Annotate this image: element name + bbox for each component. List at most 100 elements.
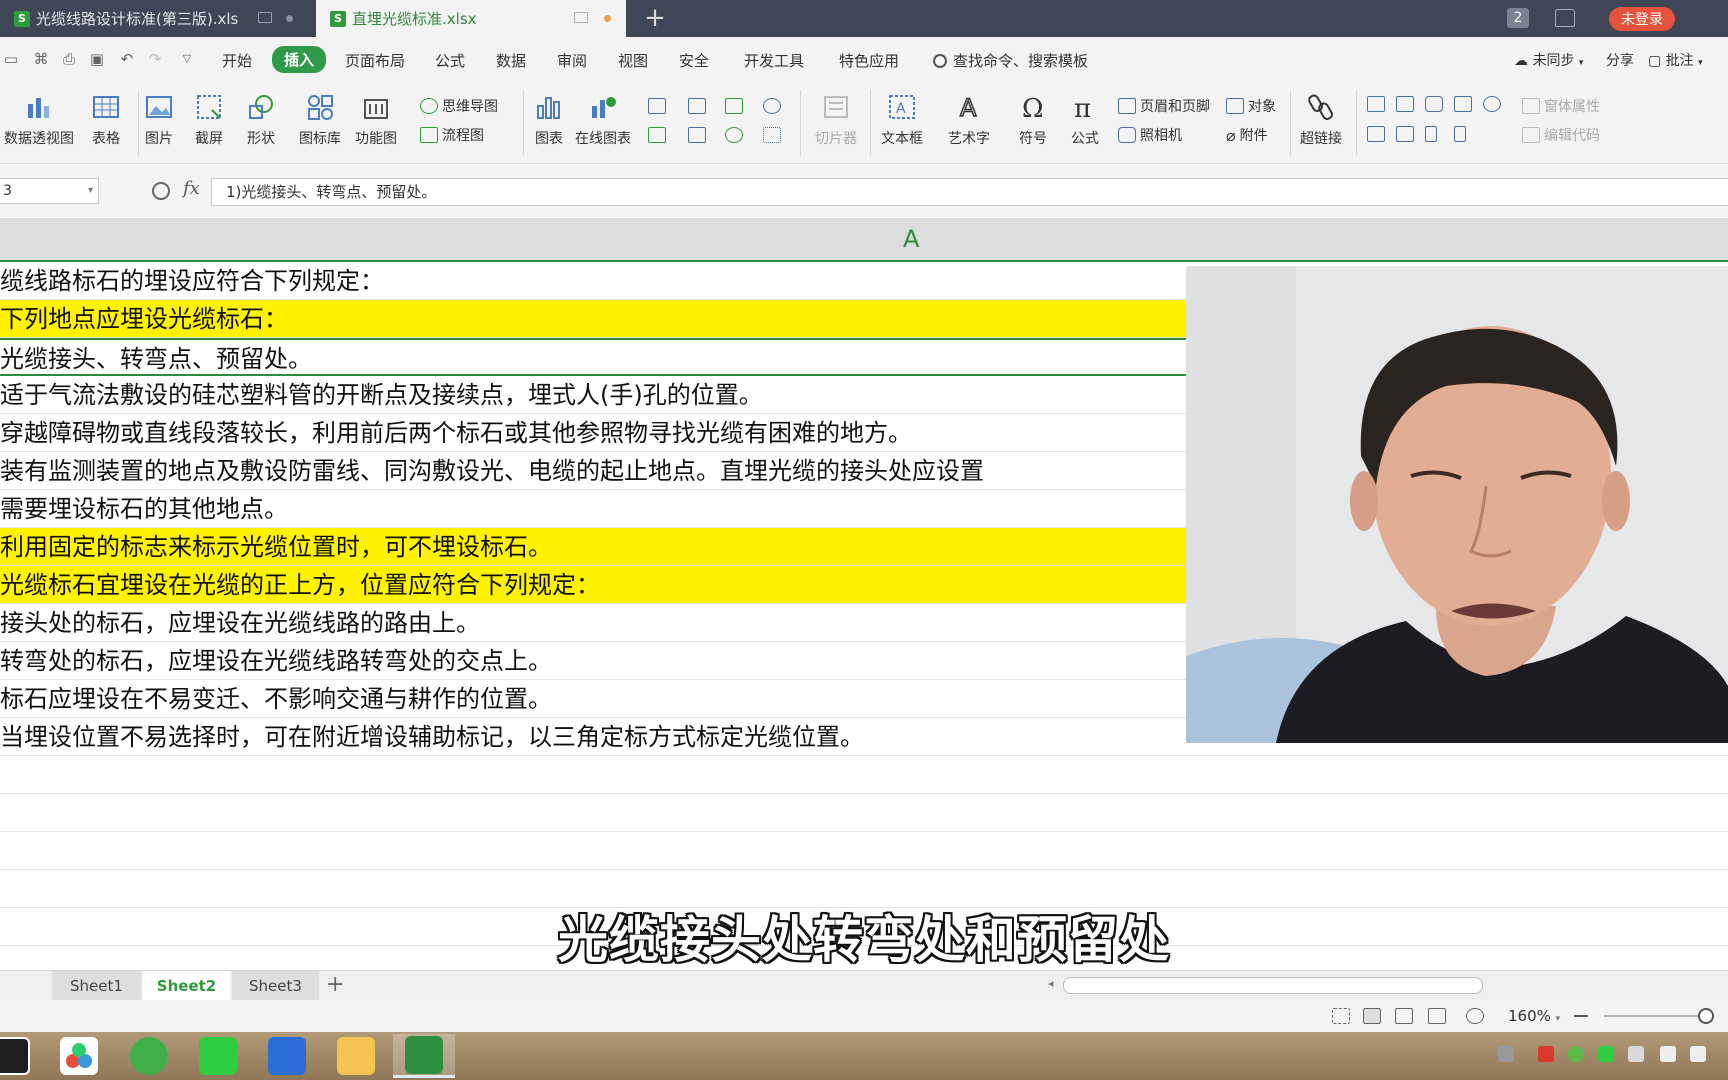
print-preview-icon[interactable]: ▣ [88, 50, 106, 68]
new-tab-button[interactable]: + [640, 3, 670, 33]
menu-start[interactable]: 开始 [222, 50, 252, 71]
menu-security[interactable]: 安全 [679, 50, 709, 71]
icon-library-button[interactable]: 图标库 [299, 92, 341, 148]
sheet-tab-1[interactable]: Sheet1 [52, 971, 141, 1000]
tray-app-icon[interactable] [1568, 1046, 1584, 1062]
group-control-icon[interactable] [1396, 126, 1414, 142]
cell-row[interactable] [0, 756, 1728, 794]
label-control-icon[interactable] [1367, 96, 1385, 112]
zoom-icon[interactable] [152, 182, 170, 200]
network-icon[interactable] [1660, 1046, 1676, 1062]
keyboard-icon[interactable] [1498, 1046, 1514, 1062]
bar-chart-icon[interactable] [688, 98, 706, 114]
undo-icon[interactable]: ↶ [118, 50, 136, 68]
comment-button[interactable]: ▢ 批注 ▾ [1648, 50, 1703, 70]
tab-file-1[interactable]: S 光缆线路设计标准(第三版).xls [0, 0, 300, 37]
horizontal-scrollbar[interactable] [1063, 977, 1483, 994]
format-painter-icon[interactable]: ⌘ [32, 50, 50, 68]
share-button[interactable]: 分享 [1606, 50, 1634, 70]
symbol-button[interactable]: Ω 符号 [1018, 92, 1048, 148]
monitor-icon[interactable] [574, 12, 588, 23]
menu-features[interactable]: 特色应用 [839, 50, 899, 71]
wordart-button[interactable]: A 艺术字 [948, 92, 990, 148]
stock-chart-icon[interactable] [688, 127, 706, 143]
pivot-chart-button[interactable]: 数据透视图 [4, 92, 74, 148]
online-chart-button[interactable]: 在线图表 [575, 92, 631, 148]
skin-icon[interactable] [1555, 9, 1575, 27]
usb-icon[interactable] [1628, 1046, 1644, 1062]
table-button[interactable]: 表格 [91, 92, 121, 148]
sheet-tab-2[interactable]: Sheet2 [143, 971, 230, 1000]
menu-formulas[interactable]: 公式 [435, 50, 465, 71]
line-chart-icon[interactable] [725, 98, 743, 114]
eye-protection-icon[interactable] [1466, 1008, 1484, 1024]
radar-chart-icon[interactable] [763, 98, 781, 114]
formula-input[interactable]: 1)光缆接头、转弯点、预留处。 [211, 178, 1728, 206]
customize-dropdown-icon[interactable]: ▽ [178, 50, 196, 68]
menu-developer[interactable]: 开发工具 [744, 50, 804, 71]
scatter-chart-icon[interactable] [763, 127, 781, 143]
shapes-button[interactable]: 形状 [246, 92, 276, 148]
button-control-icon[interactable] [1425, 96, 1443, 112]
wechat-button[interactable] [187, 1034, 249, 1078]
camera-button[interactable]: 照相机 [1118, 125, 1182, 145]
cell-row[interactable] [0, 832, 1728, 870]
object-button[interactable]: 对象 [1226, 96, 1276, 116]
add-sheet-button[interactable]: + [326, 972, 344, 997]
fullscreen-icon[interactable] [1332, 1008, 1350, 1024]
picture-button[interactable]: 图片 [144, 92, 174, 148]
attachment-button[interactable]: ⌀ 附件 [1226, 125, 1268, 145]
monitor-icon[interactable] [258, 12, 272, 23]
column-header-a[interactable]: A [903, 225, 919, 253]
function-chart-button[interactable]: 功能图 [355, 92, 397, 148]
save-icon[interactable]: ▭ [2, 50, 20, 68]
print-icon[interactable]: ⎙ [60, 50, 78, 68]
browser-app-button[interactable] [48, 1034, 110, 1078]
name-box[interactable]: 3 ▾ [0, 178, 99, 204]
page-layout-view-icon[interactable] [1428, 1008, 1446, 1024]
zoom-level[interactable]: 160% ▾ [1508, 1007, 1560, 1025]
redo-icon[interactable]: ↷ [146, 50, 164, 68]
column-chart-icon[interactable] [648, 98, 666, 114]
function-icon[interactable]: fx [183, 178, 200, 199]
checkbox-control-icon[interactable] [1454, 96, 1472, 112]
mindmap-button[interactable]: 思维导图 [420, 96, 498, 116]
record-icon[interactable] [1538, 1046, 1554, 1062]
hyperlink-button[interactable]: 超链接 [1300, 92, 1342, 148]
radio-control-icon[interactable] [1483, 96, 1501, 112]
list-control-icon[interactable] [1367, 126, 1385, 142]
zoom-slider-thumb[interactable] [1698, 1008, 1714, 1024]
wps-button[interactable] [256, 1034, 318, 1078]
pie-chart-icon[interactable] [725, 127, 743, 143]
login-button[interactable]: 未登录 [1609, 7, 1675, 31]
menu-page-layout[interactable]: 页面布局 [345, 50, 405, 71]
edit-code-button[interactable]: 编辑代码 [1522, 125, 1600, 145]
scroll-control-icon[interactable] [1425, 126, 1437, 142]
zoom-out-button[interactable] [1574, 1015, 1588, 1017]
menu-insert[interactable]: 插入 [272, 46, 327, 73]
zoom-slider[interactable] [1604, 1015, 1704, 1017]
formula-button[interactable]: π 公式 [1070, 92, 1100, 148]
textbox-button[interactable]: A 文本框 [881, 92, 923, 148]
menu-view[interactable]: 视图 [618, 50, 648, 71]
page-break-view-icon[interactable] [1395, 1008, 1413, 1024]
spin-control-icon[interactable] [1454, 126, 1466, 142]
video-app-button[interactable] [0, 1034, 42, 1078]
menu-data[interactable]: 数据 [496, 50, 526, 71]
command-search[interactable]: 查找命令、搜索模板 [933, 50, 1088, 71]
ie-browser-button[interactable] [118, 1034, 180, 1078]
wechat-tray-icon[interactable] [1598, 1046, 1614, 1062]
menu-review[interactable]: 审阅 [557, 50, 587, 71]
chart-button[interactable]: 图表 [534, 92, 564, 148]
header-footer-button[interactable]: 页眉和页脚 [1118, 96, 1210, 116]
spreadsheet-taskbar-button[interactable] [393, 1034, 455, 1078]
file-explorer-button[interactable] [325, 1034, 387, 1078]
sheet-tab-3[interactable]: Sheet3 [232, 971, 319, 1000]
sync-status[interactable]: ☁ 未同步 ▾ [1514, 50, 1583, 70]
cell-row[interactable] [0, 794, 1728, 832]
scroll-left-icon[interactable]: ◂ [1048, 977, 1054, 990]
window-count-badge[interactable]: 2 [1507, 8, 1529, 28]
flowchart-button[interactable]: 流程图 [420, 125, 484, 145]
form-properties-button[interactable]: 窗体属性 [1522, 96, 1600, 116]
volume-icon[interactable] [1690, 1046, 1706, 1062]
